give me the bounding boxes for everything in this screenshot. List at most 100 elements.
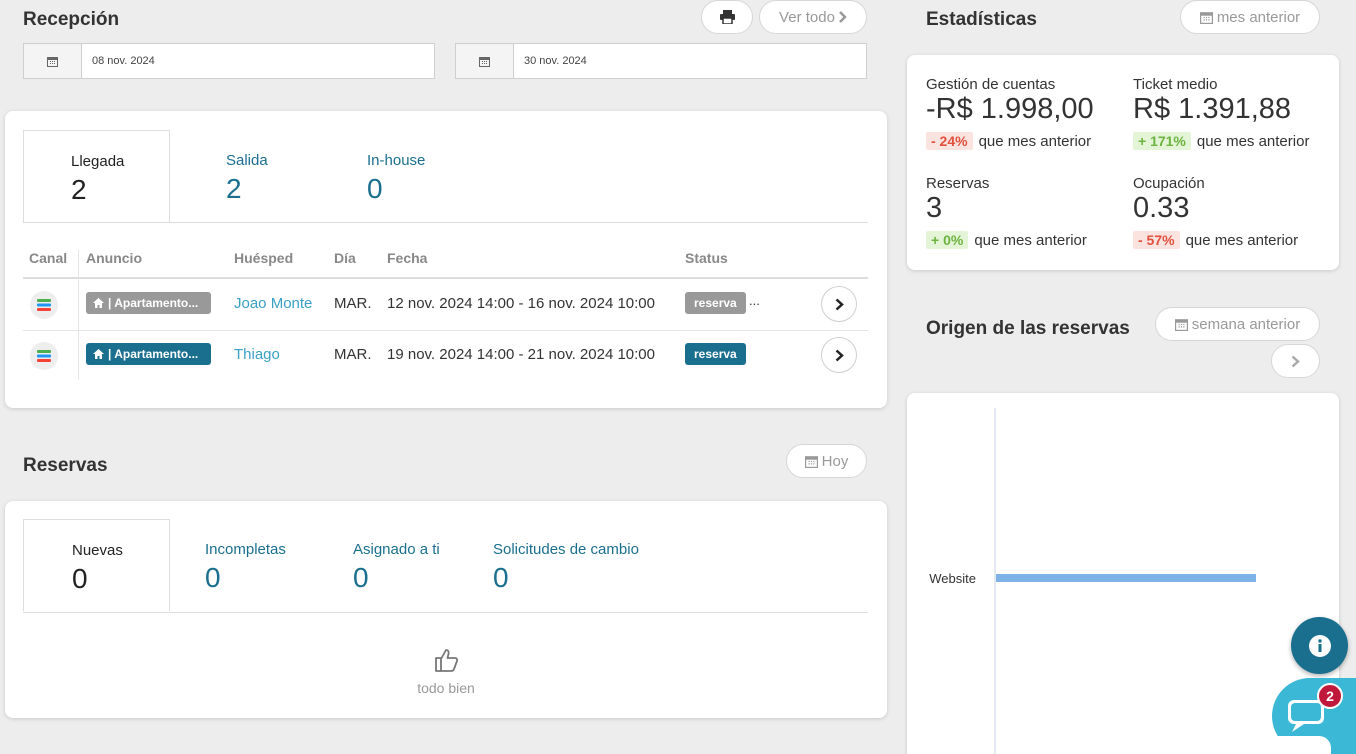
view-all-button[interactable]: Ver todo <box>759 0 867 34</box>
status-extra: ... <box>749 293 760 308</box>
stat-label: Ocupación <box>1133 175 1205 192</box>
reservations-card: Nuevas 0 Incompletas 0 Asignado a ti 0 S… <box>5 501 887 718</box>
tab-count: 2 <box>226 173 242 204</box>
stats-period-label: mes anterior <box>1216 8 1301 26</box>
chart-category-label: Website <box>929 571 976 586</box>
status-badge: reserva <box>685 343 746 365</box>
column-header: Canal <box>29 250 68 266</box>
origin-title: Origen de las reservas <box>926 318 1130 339</box>
chat-panel-tab[interactable] <box>1259 736 1331 754</box>
tab-label: Nuevas <box>72 542 123 559</box>
tab-in-house[interactable]: In-house 0 <box>310 130 450 222</box>
calendar-icon <box>1199 11 1213 24</box>
calendar-icon <box>24 44 82 78</box>
change-badge: - 57% <box>1133 231 1180 249</box>
guest-link[interactable]: Joao Monte <box>234 295 312 312</box>
day-cell: MAR. <box>334 346 372 363</box>
date-cell: 19 nov. 2024 14:00 - 21 nov. 2024 10:00 <box>387 346 655 363</box>
today-button[interactable]: Hoy <box>786 444 867 478</box>
change-suffix: que mes anterior <box>1185 231 1299 249</box>
origin-period-button[interactable]: semana anterior <box>1155 307 1320 341</box>
stats-card: Gestión de cuentas -R$ 1.998,00 - 24% qu… <box>907 55 1339 270</box>
info-button[interactable] <box>1291 617 1348 674</box>
home-icon <box>93 349 104 359</box>
chat-unread-badge: 2 <box>1317 683 1343 709</box>
tab-count: 0 <box>493 562 509 593</box>
calendar-icon <box>456 44 514 78</box>
stat-change: - 24% que mes anterior <box>926 132 1091 150</box>
calendar-icon <box>1174 318 1188 331</box>
tab-label: Llegada <box>71 153 125 170</box>
stat-label: Ticket medio <box>1133 76 1218 93</box>
tab-count: 0 <box>72 563 88 594</box>
tab-label: Asignado a ti <box>353 541 440 558</box>
origin-period-label: semana anterior <box>1191 315 1301 333</box>
guest-link[interactable]: Thiago <box>234 346 280 363</box>
listing-label: | Apartamento... <box>108 347 199 361</box>
date-cell: 12 nov. 2024 14:00 - 16 nov. 2024 10:00 <box>387 295 655 312</box>
stat-label: Reservas <box>926 175 990 192</box>
stat-change: + 0% que mes anterior <box>926 231 1087 249</box>
view-all-label: Ver todo <box>779 8 835 26</box>
tab-label: Solicitudes de cambio <box>493 541 639 558</box>
origin-next-button[interactable] <box>1271 344 1320 378</box>
tab-new[interactable]: Nuevas 0 <box>23 519 170 611</box>
chart-bar <box>996 574 1256 582</box>
tab-label: In-house <box>367 152 426 169</box>
stat-change: + 171% que mes anterior <box>1133 132 1309 150</box>
date-to-field[interactable]: 30 nov. 2024 <box>455 43 867 79</box>
print-icon <box>719 10 735 24</box>
tab-count: 0 <box>353 562 369 593</box>
row-open-button[interactable] <box>821 286 857 322</box>
row-open-button[interactable] <box>821 337 857 373</box>
print-button[interactable] <box>701 0 753 34</box>
table-row[interactable]: | Apartamento... Thiago MAR. 19 nov. 202… <box>23 330 868 381</box>
tab-incomplete[interactable]: Incompletas 0 <box>170 519 318 611</box>
reception-title: Recepción <box>23 9 120 30</box>
chevron-right-icon <box>835 298 844 310</box>
listing-label: | Apartamento... <box>108 296 199 310</box>
today-label: Hoy <box>821 452 849 470</box>
stat-value: 3 <box>926 192 943 224</box>
tab-change-requests[interactable]: Solicitudes de cambio 0 <box>458 519 678 611</box>
column-header: Anuncio <box>86 250 142 266</box>
chevron-right-icon <box>835 349 844 361</box>
stat-value: 0.33 <box>1133 192 1190 224</box>
stat-label: Gestión de cuentas <box>926 76 1056 93</box>
column-header: Status <box>685 250 728 266</box>
stats-period-button[interactable]: mes anterior <box>1180 0 1320 34</box>
reception-card: Llegada 2 Salida 2 In-house 0 Canal Anun… <box>5 111 887 408</box>
tab-arrivals[interactable]: Llegada 2 <box>23 130 170 222</box>
stat-value: -R$ 1.998,00 <box>926 93 1094 125</box>
tab-label: Incompletas <box>205 541 286 558</box>
calendar-icon <box>804 455 818 468</box>
tab-count: 2 <box>71 174 87 205</box>
column-header: Fecha <box>387 250 428 266</box>
stats-title: Estadísticas <box>926 9 1037 30</box>
stat-value: R$ 1.391,88 <box>1133 93 1292 125</box>
tab-departures[interactable]: Salida 2 <box>170 130 310 222</box>
thumbs-up-icon <box>435 649 459 672</box>
table-row[interactable]: | Apartamento... Joao Monte MAR. 12 nov.… <box>23 279 868 330</box>
chevron-right-icon <box>1291 355 1300 367</box>
tab-assigned-to-you[interactable]: Asignado a ti 0 <box>318 519 458 611</box>
stat-change: - 57% que mes anterior <box>1133 231 1298 249</box>
change-suffix: que mes anterior <box>978 132 1092 150</box>
channel-icon <box>30 291 58 319</box>
status-badge: reserva <box>685 292 746 314</box>
listing-badge[interactable]: | Apartamento... <box>86 292 211 314</box>
change-suffix: que mes anterior <box>974 231 1087 249</box>
day-cell: MAR. <box>334 295 372 312</box>
listing-badge[interactable]: | Apartamento... <box>86 343 211 365</box>
empty-state-text: todo bien <box>417 680 475 696</box>
change-badge: + 0% <box>926 231 969 249</box>
change-badge: - 24% <box>926 132 973 150</box>
tab-count: 0 <box>205 562 221 593</box>
change-suffix: que mes anterior <box>1196 132 1310 150</box>
table-header: Canal Anuncio Huésped Día Fecha Status <box>23 250 868 278</box>
column-header: Huésped <box>234 250 294 266</box>
empty-state: todo bien <box>5 647 887 696</box>
home-icon <box>93 298 104 308</box>
date-from-field[interactable]: 08 nov. 2024 <box>23 43 435 79</box>
chevron-right-icon <box>839 11 847 23</box>
